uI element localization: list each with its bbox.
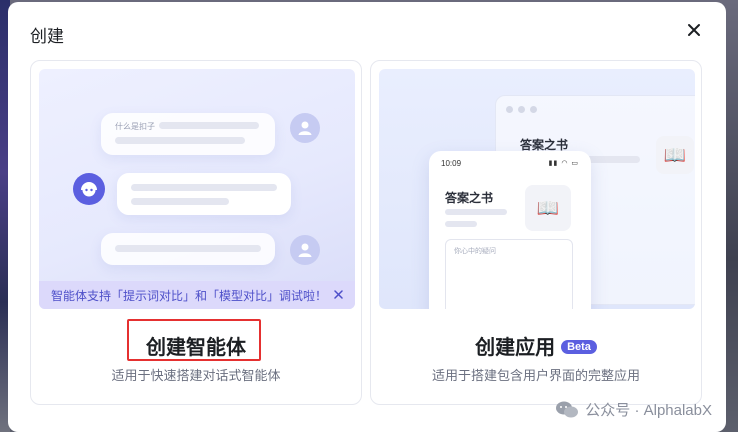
- bot-reply-bubble: [117, 173, 291, 215]
- tip-text: 智能体支持「提示词对比」和「模型对比」调试啦！: [51, 288, 328, 303]
- create-app-label: 创建应用: [475, 337, 556, 359]
- debug-tip-banner: 智能体支持「提示词对比」和「模型对比」调试啦！: [39, 281, 355, 309]
- create-dialog: 创建 什么是扣子 智能体支持「提示词对比」和「模型对比」调试啦！ 创建智能体 适…: [8, 2, 726, 432]
- question-text: 什么是扣子: [115, 122, 155, 131]
- user-question-bubble: 什么是扣子: [101, 113, 275, 155]
- user-avatar: [290, 113, 320, 143]
- app-preview-illustration: 答案之书 📖 10:09 ▮▮ ◠ ▭ 答案之书 📖 你心中的疑问: [379, 69, 695, 309]
- user-message-bubble: [101, 233, 275, 265]
- phone-status-icons: ▮▮ ◠ ▭: [548, 160, 579, 167]
- highlight-box: [127, 319, 261, 361]
- book-icon: 📖: [525, 185, 571, 231]
- user-avatar: [290, 235, 320, 265]
- watermark-text: 公众号 · AlphalabX: [585, 402, 712, 419]
- bot-avatar: [73, 173, 105, 205]
- close-icon[interactable]: [682, 18, 706, 42]
- beta-badge: Beta: [561, 339, 597, 354]
- agent-preview-illustration: 什么是扣子 智能体支持「提示词对比」和「模型对比」调试啦！: [39, 69, 355, 309]
- phone-app-name: 答案之书: [445, 191, 494, 205]
- book-icon: 📖: [656, 136, 694, 174]
- create-app-description: 适用于搭建包含用户界面的完整应用: [431, 368, 640, 383]
- phone-time: 10:09: [441, 159, 462, 168]
- phone-mock: 10:09 ▮▮ ◠ ▭ 答案之书 📖 你心中的疑问: [429, 151, 591, 309]
- create-agent-card[interactable]: 什么是扣子 智能体支持「提示词对比」和「模型对比」调试啦！ 创建智能体 适用于快…: [30, 60, 362, 405]
- create-agent-description: 适用于快速搭建对话式智能体: [111, 368, 281, 383]
- question-input-mock: 你心中的疑问: [445, 239, 573, 309]
- create-app-card[interactable]: 答案之书 📖 10:09 ▮▮ ◠ ▭ 答案之书 📖 你心中的疑问 创建应用 Be…: [370, 60, 702, 405]
- close-tip-icon[interactable]: [331, 287, 345, 301]
- question-placeholder: 你心中的疑问: [454, 248, 496, 255]
- wechat-icon: [556, 401, 579, 417]
- watermark: 公众号 · AlphalabX: [555, 399, 712, 420]
- create-app-title: 创建应用 Beta: [371, 331, 701, 360]
- dialog-title: 创建: [30, 27, 64, 46]
